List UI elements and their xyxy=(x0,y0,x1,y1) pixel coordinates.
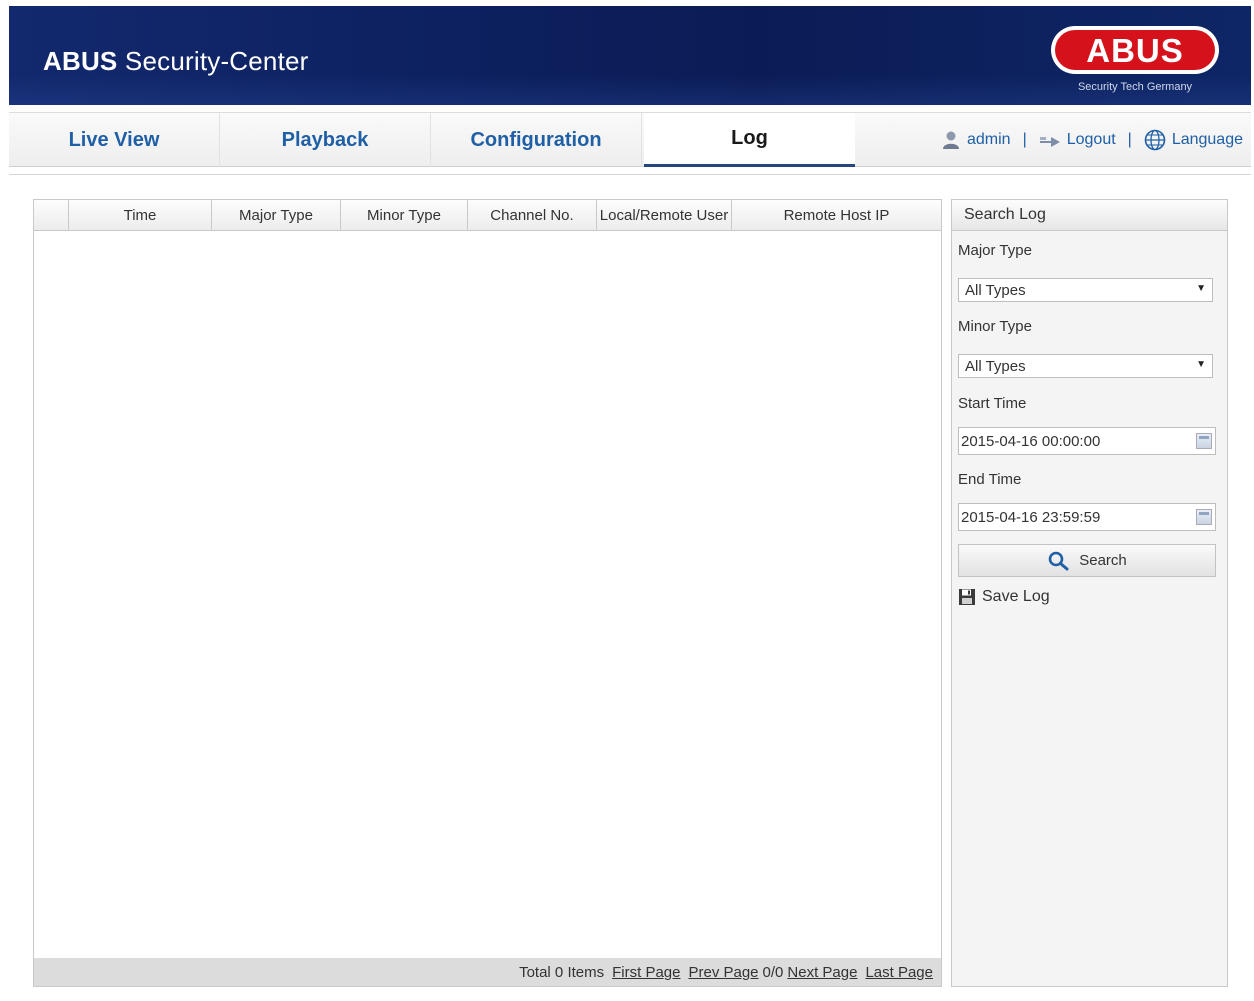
header-banner: ABUS Security-Center ABUS Security Tech … xyxy=(9,6,1251,105)
column-header-channel-no[interactable]: Channel No. xyxy=(468,200,597,230)
abus-logo: ABUS Security Tech Germany xyxy=(1051,26,1219,93)
user-area: admin | Logout | Language xyxy=(941,113,1243,167)
total-items: Total 0 Items xyxy=(519,963,605,981)
end-time-value: 2015-04-16 23:59:59 xyxy=(961,508,1101,526)
minor-type-label: Minor Type xyxy=(958,318,1032,335)
log-table-header: Time Major Type Minor Type Channel No. L… xyxy=(34,200,941,231)
chevron-down-icon: ▼ xyxy=(1196,283,1206,294)
column-header-major-type[interactable]: Major Type xyxy=(212,200,341,230)
app-title-brand: ABUS xyxy=(43,46,118,76)
start-time-input[interactable]: 2015-04-16 00:00:00 xyxy=(958,427,1216,455)
calendar-icon[interactable] xyxy=(1196,433,1212,449)
tab-configuration[interactable]: Configuration xyxy=(431,113,642,167)
log-table-body xyxy=(34,231,941,958)
abus-logo-word: ABUS xyxy=(1086,32,1184,69)
last-page-link[interactable]: Last Page xyxy=(865,964,933,981)
first-page-link[interactable]: First Page xyxy=(612,964,680,981)
content-divider xyxy=(9,174,1251,175)
floppy-disk-icon xyxy=(959,589,975,605)
search-button-label: Search xyxy=(1079,552,1127,569)
next-page-link[interactable]: Next Page xyxy=(787,964,857,981)
minor-type-select[interactable]: All Types ▼ xyxy=(958,354,1213,378)
save-log-label: Save Log xyxy=(982,588,1050,605)
log-table: Time Major Type Minor Type Channel No. L… xyxy=(33,199,942,987)
major-type-label: Major Type xyxy=(958,242,1032,259)
app-title-name: Security-Center xyxy=(124,46,309,76)
tab-live-view[interactable]: Live View xyxy=(9,113,220,167)
language-label: Language xyxy=(1171,131,1243,148)
major-type-select[interactable]: All Types ▼ xyxy=(958,278,1213,302)
tab-playback[interactable]: Playback xyxy=(220,113,431,167)
major-type-value: All Types xyxy=(965,281,1026,299)
column-header-local-remote-user[interactable]: Local/Remote User xyxy=(597,200,732,230)
tab-log[interactable]: Log xyxy=(644,113,855,167)
pagination-bar: Total 0 Items First Page Prev Page 0/0 N… xyxy=(34,958,941,986)
user-menu[interactable]: admin xyxy=(941,130,1011,150)
search-button[interactable]: Search xyxy=(958,544,1216,577)
search-log-panel: Search Log Major Type All Types ▼ Minor … xyxy=(951,199,1228,987)
end-time-input[interactable]: 2015-04-16 23:59:59 xyxy=(958,503,1216,531)
save-log-button[interactable]: Save Log xyxy=(958,588,1050,606)
abus-logo-tagline: Security Tech Germany xyxy=(1078,81,1193,93)
nav-separator: | xyxy=(1022,131,1027,148)
logout-icon xyxy=(1039,137,1060,147)
prev-page-link[interactable]: Prev Page xyxy=(688,964,758,981)
app-title: ABUS Security-Center xyxy=(43,46,309,77)
start-time-label: Start Time xyxy=(958,395,1027,412)
column-header-remote-host-ip[interactable]: Remote Host IP xyxy=(732,200,941,230)
language-menu[interactable]: Language xyxy=(1144,129,1243,151)
search-log-title: Search Log xyxy=(952,200,1227,231)
page-indicator: 0/0 xyxy=(762,963,784,981)
nav-separator: | xyxy=(1127,131,1132,148)
minor-type-value: All Types xyxy=(965,357,1026,375)
user-icon xyxy=(942,131,959,149)
column-header-select xyxy=(34,200,69,230)
logout-label: Logout xyxy=(1066,131,1116,148)
magnifier-icon xyxy=(1048,551,1069,570)
logout-link[interactable]: Logout xyxy=(1039,131,1116,149)
chevron-down-icon: ▼ xyxy=(1196,359,1206,370)
main-nav: Live View Playback Configuration Log adm… xyxy=(9,112,1251,167)
start-time-value: 2015-04-16 00:00:00 xyxy=(961,432,1101,450)
user-name: admin xyxy=(966,131,1011,148)
end-time-label: End Time xyxy=(958,471,1022,488)
column-header-minor-type[interactable]: Minor Type xyxy=(341,200,468,230)
calendar-icon[interactable] xyxy=(1196,509,1212,525)
column-header-time[interactable]: Time xyxy=(69,200,212,230)
globe-icon xyxy=(1144,129,1166,151)
